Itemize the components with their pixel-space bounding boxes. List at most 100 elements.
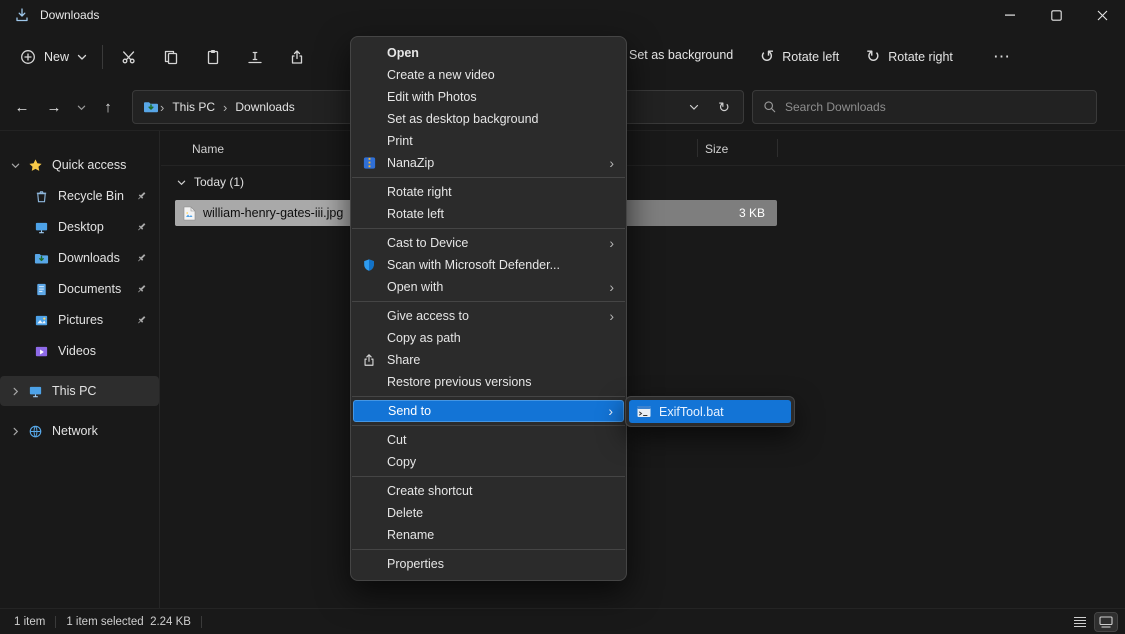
sidebar-item-documents[interactable]: Documents [0, 274, 159, 304]
refresh-icon: ↻ [718, 99, 730, 116]
sidebar-item-label: Desktop [58, 220, 104, 234]
toolbar-left-group: New [10, 30, 318, 84]
nanazip-icon [362, 156, 377, 171]
videos-icon [32, 344, 50, 359]
sidebar-item-quick-access[interactable]: Quick access [0, 150, 159, 180]
menu-item-open-with[interactable]: Open with › [351, 276, 626, 298]
menu-item-label: Copy as path [387, 331, 461, 345]
menu-item-cut[interactable]: Cut [351, 429, 626, 451]
menu-item-edit-with-photos[interactable]: Edit with Photos [351, 86, 626, 108]
back-button[interactable]: ← [6, 91, 38, 123]
downloads-folder-icon [143, 99, 159, 115]
recent-locations-button[interactable] [70, 91, 92, 123]
file-size: 3 KB [739, 206, 765, 220]
copy-button[interactable] [150, 40, 192, 74]
column-separator[interactable] [697, 139, 698, 157]
sidebar-item-videos[interactable]: Videos [0, 336, 159, 366]
menu-item-rotate-left[interactable]: Rotate left [351, 203, 626, 225]
send-to-submenu: ExifTool.bat [625, 396, 795, 427]
pin-icon [136, 284, 147, 295]
menu-item-set-as-desktop-background[interactable]: Set as desktop background [351, 108, 626, 130]
menu-item-label: Copy [387, 455, 416, 469]
menu-item-nanazip[interactable]: NanaZip › [351, 152, 626, 174]
rotate-right-button[interactable]: ↻ Rotate right [856, 40, 963, 73]
menu-item-share[interactable]: Share [351, 349, 626, 371]
rename-icon [247, 49, 263, 65]
address-bar-right: ↻ [681, 94, 737, 120]
group-header-label: Today (1) [194, 175, 244, 189]
pin-icon [136, 222, 147, 233]
menu-item-rotate-right[interactable]: Rotate right [351, 181, 626, 203]
sidebar-item-this-pc[interactable]: This PC [0, 376, 159, 406]
sidebar-item-network[interactable]: Network [0, 416, 159, 446]
column-header-size[interactable]: Size [705, 142, 728, 156]
downloads-icon [32, 251, 50, 266]
search-input[interactable] [785, 100, 1086, 114]
close-button[interactable] [1079, 0, 1125, 30]
rotate-left-label: Rotate left [782, 50, 839, 64]
menu-item-copy[interactable]: Copy [351, 451, 626, 473]
new-button[interactable]: New [10, 41, 97, 73]
recycle-bin-icon [32, 189, 50, 204]
menu-item-scan-with-defender[interactable]: Scan with Microsoft Defender... [351, 254, 626, 276]
details-view-icon [1073, 616, 1087, 628]
breadcrumb-this-pc[interactable]: This PC [165, 100, 222, 114]
column-header-name[interactable]: Name [192, 142, 224, 156]
sidebar-item-pictures[interactable]: Pictures [0, 305, 159, 335]
pin-icon [136, 191, 147, 202]
menu-item-send-to[interactable]: Send to › [353, 400, 624, 422]
menu-item-label: Give access to [387, 309, 469, 323]
back-icon: ← [15, 99, 30, 116]
menu-item-label: Rotate right [387, 185, 452, 199]
chevron-right-icon: › [609, 236, 614, 250]
forward-button[interactable]: → [38, 91, 70, 123]
menu-item-properties[interactable]: Properties [351, 553, 626, 575]
breadcrumb-downloads[interactable]: Downloads [228, 100, 301, 114]
set-as-background-button[interactable]: Set as background [619, 40, 743, 70]
menu-item-cast-to-device[interactable]: Cast to Device › [351, 232, 626, 254]
sidebar-item-recycle-bin[interactable]: Recycle Bin [0, 181, 159, 211]
details-view-button[interactable] [1069, 613, 1091, 631]
group-header-today[interactable]: Today (1) [177, 175, 244, 189]
menu-item-restore-previous-versions[interactable]: Restore previous versions [351, 371, 626, 393]
documents-icon [32, 282, 50, 297]
rotate-left-button[interactable]: ↺ Rotate left [750, 40, 849, 73]
scissors-icon [121, 49, 137, 65]
menu-item-create-shortcut[interactable]: Create shortcut [351, 480, 626, 502]
menu-item-rename[interactable]: Rename [351, 524, 626, 546]
file-explorer-window: Downloads New [0, 0, 1125, 634]
sidebar-item-downloads[interactable]: Downloads [0, 243, 159, 273]
paste-button[interactable] [192, 40, 234, 74]
address-dropdown-button[interactable] [681, 94, 707, 120]
menu-item-open[interactable]: Open [351, 42, 626, 64]
large-icons-view-button[interactable] [1095, 613, 1117, 631]
menu-item-create-a-new-video[interactable]: Create a new video [351, 64, 626, 86]
column-separator[interactable] [777, 139, 778, 157]
batch-file-icon [637, 405, 651, 418]
menu-separator [352, 476, 625, 477]
menu-item-label: Cut [387, 433, 406, 447]
menu-item-delete[interactable]: Delete [351, 502, 626, 524]
rotate-left-icon: ↺ [760, 48, 774, 65]
menu-item-label: Open [387, 46, 419, 60]
sidebar-item-desktop[interactable]: Desktop [0, 212, 159, 242]
minimize-button[interactable] [987, 0, 1033, 30]
maximize-button[interactable] [1033, 0, 1079, 30]
up-button[interactable]: ↑ [92, 91, 124, 123]
menu-item-give-access-to[interactable]: Give access to › [351, 305, 626, 327]
menu-item-print[interactable]: Print [351, 130, 626, 152]
rename-button[interactable] [234, 40, 276, 74]
chevron-down-icon [6, 161, 24, 170]
submenu-item-exiftool[interactable]: ExifTool.bat [629, 400, 791, 423]
menu-item-label: Rename [387, 528, 434, 542]
sidebar-item-label: Quick access [52, 158, 126, 172]
share-button[interactable] [276, 40, 318, 74]
plus-circle-icon [20, 49, 36, 65]
window-title: Downloads [40, 8, 99, 22]
menu-item-copy-as-path[interactable]: Copy as path [351, 327, 626, 349]
see-more-button[interactable]: ⋯ [983, 40, 1020, 73]
refresh-button[interactable]: ↻ [711, 94, 737, 120]
cut-button[interactable] [108, 40, 150, 74]
new-button-label: New [44, 50, 69, 64]
search-box[interactable] [752, 90, 1097, 124]
